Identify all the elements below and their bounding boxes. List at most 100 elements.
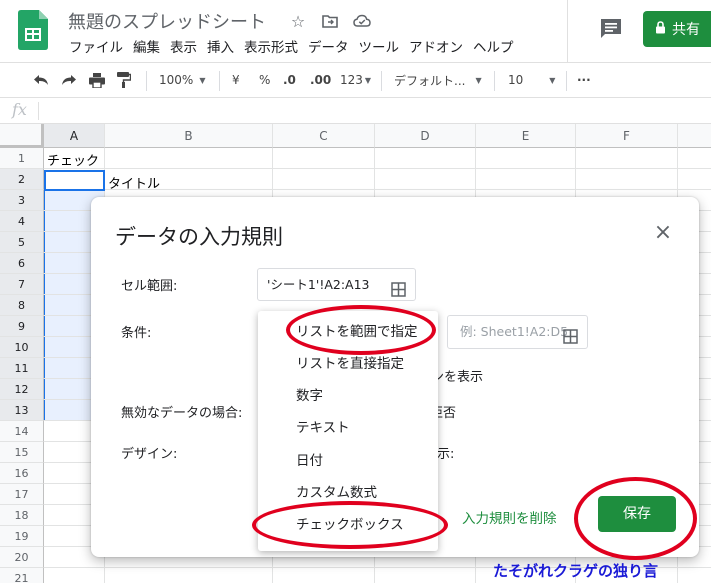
currency-format-button[interactable]: ¥ xyxy=(232,63,240,97)
option-text[interactable]: テキスト xyxy=(258,412,438,444)
paint-format-icon[interactable] xyxy=(117,63,131,97)
font-select[interactable]: デフォルト... ▼ xyxy=(394,63,482,97)
column-header-b[interactable]: B xyxy=(105,124,273,148)
chevron-down-icon: ▼ xyxy=(549,75,556,85)
fx-icon: fx xyxy=(12,100,27,119)
decrease-decimal-label: .0 xyxy=(283,73,296,87)
menu-data[interactable]: データ xyxy=(303,38,354,58)
row-header[interactable]: 2 xyxy=(0,169,44,190)
row-header[interactable]: 3 xyxy=(0,190,44,211)
menu-addons[interactable]: アドオン xyxy=(404,38,468,58)
app-header: 無題のスプレッドシート ☆ ファイル 編集 表示 挿入 表示形式 データ ツール… xyxy=(0,0,711,62)
row-header[interactable]: 21 xyxy=(0,568,44,583)
font-label: デフォルト... xyxy=(394,73,466,88)
toolbar-divider xyxy=(566,71,567,91)
cell-range-input[interactable]: 'シート1'!A2:A13 xyxy=(257,268,416,301)
row-header[interactable]: 17 xyxy=(0,484,44,505)
toolbar-divider xyxy=(146,71,147,91)
row-header[interactable]: 18 xyxy=(0,505,44,526)
row-header[interactable]: 6 xyxy=(0,253,44,274)
number-format-select[interactable]: 123 ▼ xyxy=(340,63,371,97)
row-header[interactable]: 15 xyxy=(0,442,44,463)
menu-edit[interactable]: 編集 xyxy=(128,38,165,58)
grid-select-icon[interactable] xyxy=(563,324,578,356)
row-header[interactable]: 14 xyxy=(0,421,44,442)
dialog-title: データの入力規則 xyxy=(115,225,283,249)
star-icon[interactable]: ☆ xyxy=(287,10,309,32)
active-cell-a2[interactable] xyxy=(44,170,105,191)
cell-range-label: セル範囲: xyxy=(121,279,178,294)
criteria-range-input[interactable]: 例: Sheet1!A2:D5 xyxy=(447,315,588,349)
row-header[interactable]: 19 xyxy=(0,526,44,547)
option-date[interactable]: 日付 xyxy=(258,445,438,477)
formula-bar: fx xyxy=(0,98,711,124)
menu-tools[interactable]: ツール xyxy=(354,38,405,58)
design-label: デザイン: xyxy=(121,447,178,462)
criteria-label: 条件: xyxy=(121,326,152,341)
column-header-g[interactable] xyxy=(678,124,711,148)
show-dropdown-text[interactable]: ンを表示 xyxy=(431,366,483,385)
select-all-corner[interactable] xyxy=(0,124,44,148)
increase-decimal-button[interactable]: .00 xyxy=(310,63,331,97)
chevron-down-icon: ▼ xyxy=(475,75,482,85)
help-text-display[interactable]: 示: xyxy=(437,443,454,462)
remove-validation-button[interactable]: 入力規則を削除 xyxy=(462,507,557,527)
menu-file[interactable]: ファイル xyxy=(64,38,128,58)
sheets-logo-icon[interactable] xyxy=(18,10,48,50)
row-header[interactable]: 20 xyxy=(0,547,44,568)
annotation-ellipse-checkbox xyxy=(252,501,448,549)
menu-help[interactable]: ヘルプ xyxy=(468,38,519,58)
row-header[interactable]: 1 xyxy=(0,148,44,169)
column-header-a[interactable]: A xyxy=(44,124,105,148)
close-icon[interactable]: × xyxy=(651,221,675,245)
font-size-select[interactable]: 10 ▼ xyxy=(508,63,555,97)
column-header-f[interactable]: F xyxy=(576,124,678,148)
zoom-select[interactable]: 100% ▼ xyxy=(159,63,205,97)
document-title[interactable]: 無題のスプレッドシート xyxy=(68,8,266,34)
move-folder-icon[interactable] xyxy=(319,10,341,32)
more-options-button[interactable]: ··· xyxy=(577,63,591,97)
font-size-value: 10 xyxy=(508,73,524,87)
percent-format-button[interactable]: % xyxy=(259,63,270,97)
zoom-value: 100% xyxy=(159,73,194,87)
watermark: たそがれクラゲの独り言 xyxy=(493,562,659,580)
share-button[interactable]: 共有 xyxy=(643,11,711,47)
toolbar-divider xyxy=(381,71,382,91)
cell-b2[interactable]: タイトル xyxy=(108,173,160,192)
number-format-label: 123 xyxy=(340,73,363,87)
grid-line xyxy=(44,168,711,169)
row-header[interactable]: 13 xyxy=(0,400,44,421)
header-divider xyxy=(567,0,568,62)
toolbar-divider xyxy=(494,71,495,91)
menu-format[interactable]: 表示形式 xyxy=(239,38,303,58)
row-header[interactable]: 4 xyxy=(0,211,44,232)
option-number[interactable]: 数字 xyxy=(258,380,438,412)
cell-a1[interactable]: チェック xyxy=(47,150,99,169)
row-header[interactable]: 10 xyxy=(0,337,44,358)
row-header[interactable]: 16 xyxy=(0,463,44,484)
decrease-decimal-button[interactable]: .0 xyxy=(283,63,296,97)
row-header[interactable]: 11 xyxy=(0,358,44,379)
share-label: 共有 xyxy=(672,22,700,38)
redo-icon[interactable] xyxy=(61,63,77,97)
criteria-placeholder: 例: Sheet1!A2:D5 xyxy=(460,324,569,339)
print-icon[interactable] xyxy=(89,63,105,97)
undo-icon[interactable] xyxy=(33,63,49,97)
row-header[interactable]: 9 xyxy=(0,316,44,337)
menu-view[interactable]: 表示 xyxy=(165,38,202,58)
column-header-d[interactable]: D xyxy=(375,124,476,148)
toolbar-divider xyxy=(219,71,220,91)
formula-divider xyxy=(38,102,39,120)
row-header[interactable]: 5 xyxy=(0,232,44,253)
toolbar: 100% ▼ ¥ % .0 .00 123 ▼ デフォルト... ▼ 10 ▼ ··· xyxy=(0,62,711,98)
cloud-saved-icon[interactable] xyxy=(351,10,373,32)
column-header-c[interactable]: C xyxy=(273,124,375,148)
row-header[interactable]: 8 xyxy=(0,295,44,316)
row-header[interactable]: 7 xyxy=(0,274,44,295)
grid-select-icon[interactable] xyxy=(391,277,406,308)
column-header-e[interactable]: E xyxy=(476,124,576,148)
row-header[interactable]: 12 xyxy=(0,379,44,400)
menu-insert[interactable]: 挿入 xyxy=(202,38,239,58)
comment-icon[interactable] xyxy=(598,16,624,42)
annotation-ellipse-range xyxy=(286,305,436,355)
